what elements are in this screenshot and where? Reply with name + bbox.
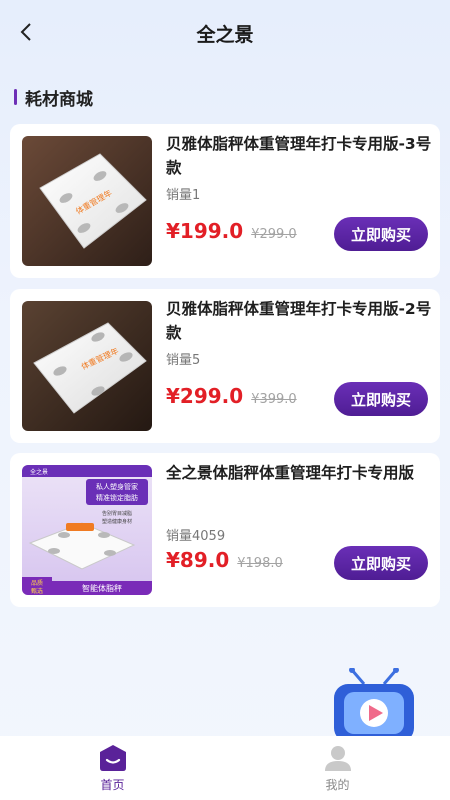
svg-text:全之景: 全之景 bbox=[30, 468, 48, 476]
product-price: ¥299.0 ¥399.0 bbox=[166, 384, 297, 408]
product-card[interactable]: 体重管理年 贝雅体脂秤体重管理年打卡专用版-2号款 销量5 ¥299.0 ¥39… bbox=[10, 289, 440, 443]
tab-mine[interactable]: 我的 bbox=[225, 736, 450, 800]
top-bar: 全之景 bbox=[0, 0, 450, 66]
section-title: 耗材商城 bbox=[25, 89, 93, 110]
svg-text:塑造健康身材: 塑造健康身材 bbox=[102, 518, 132, 525]
svg-text:品质: 品质 bbox=[31, 579, 43, 587]
product-price: ¥199.0 ¥299.0 bbox=[166, 219, 297, 243]
original-price: ¥399.0 bbox=[251, 392, 297, 407]
svg-text:私人塑身管家: 私人塑身管家 bbox=[96, 482, 138, 491]
svg-text:精准锁定脂肪: 精准锁定脂肪 bbox=[96, 493, 138, 502]
bottom-tab-bar: 首页 我的 bbox=[0, 736, 450, 800]
product-name[interactable]: 全之景体脂秤体重管理年打卡专用版 bbox=[166, 461, 432, 485]
svg-text:甄选: 甄选 bbox=[31, 587, 43, 595]
original-price: ¥198.0 bbox=[237, 556, 283, 571]
product-image: 体重管理年 bbox=[22, 301, 152, 431]
product-name[interactable]: 贝雅体脂秤体重管理年打卡专用版-2号款 bbox=[166, 297, 432, 345]
section-header: 耗材商城 bbox=[14, 86, 93, 110]
page-title: 全之景 bbox=[196, 24, 254, 46]
product-image: 体重管理年 bbox=[22, 136, 152, 266]
product-sales: 销量4059 bbox=[166, 529, 226, 544]
product-card[interactable]: 全之景 私人塑身管家 精准锁定脂肪 告别胃目减脂 塑造健康身材 品质 甄选 智能… bbox=[10, 453, 440, 607]
tab-home-label: 首页 bbox=[100, 778, 125, 792]
product-image: 全之景 私人塑身管家 精准锁定脂肪 告别胃目减脂 塑造健康身材 品质 甄选 智能… bbox=[22, 465, 152, 595]
user-icon bbox=[324, 746, 351, 771]
home-icon bbox=[99, 745, 126, 771]
current-price: ¥299.0 bbox=[166, 384, 244, 408]
buy-now-button[interactable]: 立即购买 bbox=[334, 382, 428, 416]
product-sales: 销量5 bbox=[166, 353, 201, 368]
svg-text:智能体脂秤: 智能体脂秤 bbox=[82, 583, 122, 593]
product-name[interactable]: 贝雅体脂秤体重管理年打卡专用版-3号款 bbox=[166, 132, 432, 180]
tab-mine-label: 我的 bbox=[325, 778, 350, 792]
section-accent-bar bbox=[14, 89, 17, 105]
tab-home[interactable]: 首页 bbox=[0, 736, 225, 800]
current-price: ¥89.0 bbox=[166, 548, 230, 572]
tv-mascot-icon[interactable] bbox=[330, 667, 420, 746]
svg-text:告别胃目减脂: 告别胃目减脂 bbox=[102, 510, 132, 517]
product-sales: 销量1 bbox=[166, 188, 201, 203]
product-price: ¥89.0 ¥198.0 bbox=[166, 548, 283, 572]
buy-now-button[interactable]: 立即购买 bbox=[334, 546, 428, 580]
original-price: ¥299.0 bbox=[251, 227, 297, 242]
buy-now-button[interactable]: 立即购买 bbox=[334, 217, 428, 251]
product-card[interactable]: 体重管理年 贝雅体脂秤体重管理年打卡专用版-3号款 销量1 ¥199.0 ¥29… bbox=[10, 124, 440, 278]
current-price: ¥199.0 bbox=[166, 219, 244, 243]
